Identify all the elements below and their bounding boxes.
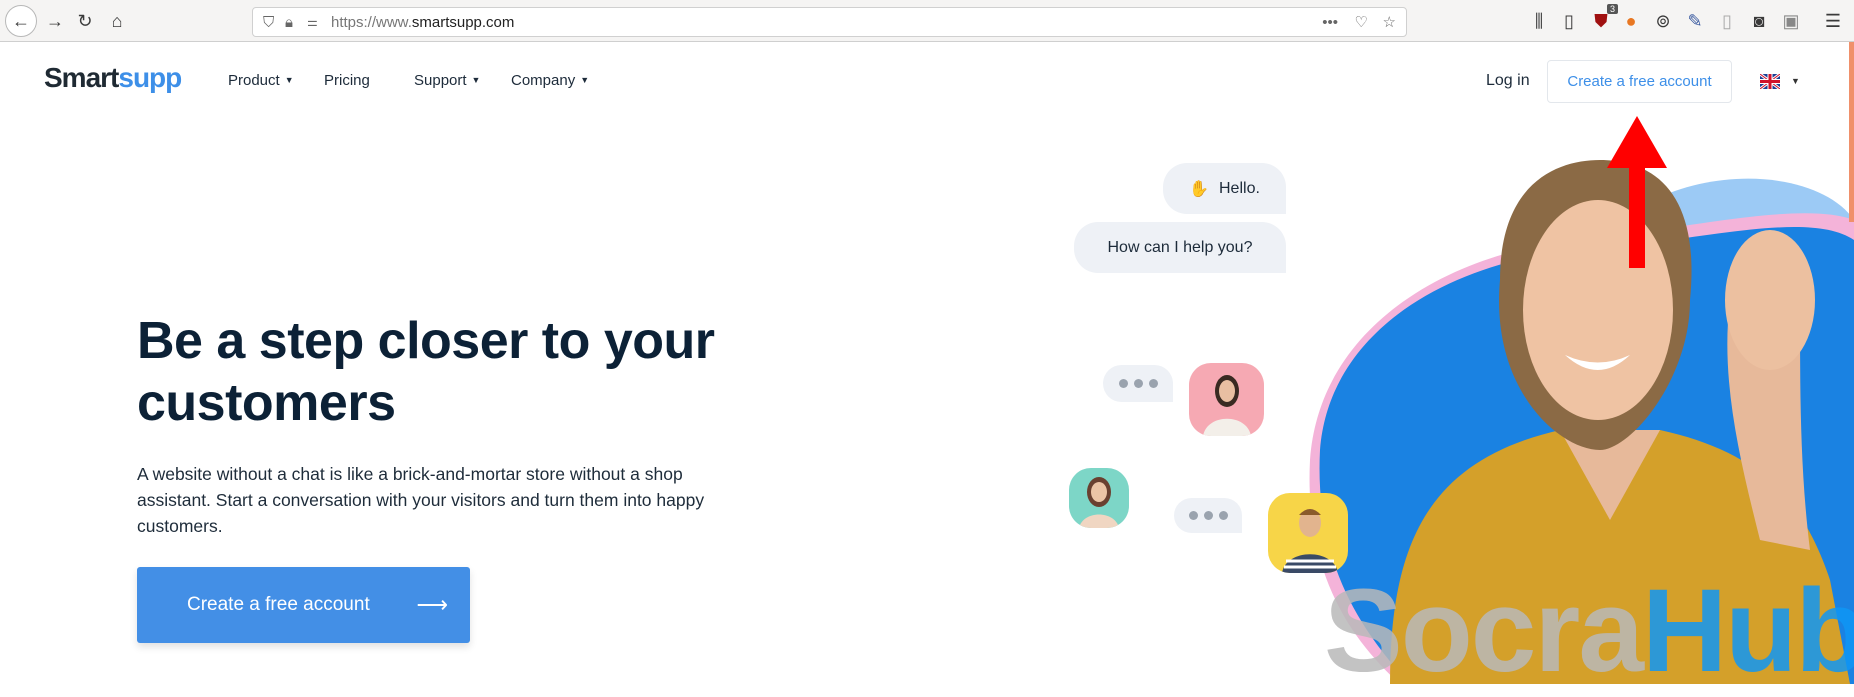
back-button[interactable]: ← xyxy=(5,5,37,37)
extension-eyes-icon[interactable]: ◙ xyxy=(1746,8,1772,34)
nav-product[interactable]: Product ▼ xyxy=(228,72,294,89)
nav-pricing[interactable]: Pricing xyxy=(324,72,370,89)
caret-down-icon: ▼ xyxy=(284,75,294,85)
reload-button[interactable]: ↻ xyxy=(72,8,98,34)
responsive-icon[interactable]: ▯ xyxy=(1714,8,1740,34)
pocket-icon[interactable]: ♡ xyxy=(1355,13,1368,31)
nav-support[interactable]: Support ▼ xyxy=(414,72,480,89)
eyedropper-icon[interactable]: ✎ xyxy=(1682,8,1708,34)
avatar-man-yellow xyxy=(1268,493,1348,573)
login-link[interactable]: Log in xyxy=(1486,72,1530,90)
hero-title: Be a step closer to your customers xyxy=(137,312,715,432)
logo-text: Smart xyxy=(44,62,119,93)
caret-down-icon: ▼ xyxy=(471,75,481,85)
arrow-right-icon: ⟶ xyxy=(416,592,448,617)
chat-bubble-hello: ✋ Hello. xyxy=(1163,163,1286,214)
shield-icon: ⛉ xyxy=(263,13,275,31)
avatar-woman-pink xyxy=(1189,363,1264,436)
chat-bubble-help: How can I help you? xyxy=(1074,222,1286,273)
logo-accent-text: supp xyxy=(118,62,182,93)
nav-company[interactable]: Company ▼ xyxy=(511,72,589,89)
create-account-button[interactable]: Create a free account ⟶ xyxy=(137,567,470,643)
caret-down-icon: ▼ xyxy=(580,75,590,85)
library-icon[interactable]: ⫼ xyxy=(1526,8,1552,34)
more-actions-icon[interactable]: ••• xyxy=(1322,14,1338,31)
sidebar-icon[interactable]: ▯ xyxy=(1556,8,1582,34)
screenshot-icon[interactable]: ▣ xyxy=(1778,8,1804,34)
menu-icon[interactable]: ☰ xyxy=(1820,8,1846,34)
uk-flag-icon[interactable] xyxy=(1760,74,1780,89)
browser-toolbar: ← → ↻ ⌂ ⛉ 🔒︎ ⚌ https://www.smartsupp.com… xyxy=(0,0,1854,42)
ublock-icon[interactable]: ⛊ 3 xyxy=(1588,4,1618,34)
extension-link-icon[interactable]: ⊚ xyxy=(1650,8,1676,34)
hero-description: A website without a chat is like a brick… xyxy=(137,464,705,536)
avatar-woman-teal xyxy=(1069,468,1129,528)
smartsupp-logo[interactable]: Smartsupp xyxy=(44,62,182,94)
waving-hand-icon: ✋ xyxy=(1189,180,1209,198)
socrahub-watermark: SocraHub xyxy=(1324,565,1854,697)
typing-indicator xyxy=(1103,365,1173,402)
home-button[interactable]: ⌂ xyxy=(104,8,130,34)
permissions-icon: ⚌ xyxy=(307,15,318,29)
annotation-arrow-icon xyxy=(1607,116,1667,268)
ublock-badge: 3 xyxy=(1606,4,1618,14)
language-caret-icon[interactable]: ▼ xyxy=(1791,76,1800,86)
forward-button[interactable]: → xyxy=(42,8,68,34)
scrollbar[interactable] xyxy=(1849,42,1854,222)
address-bar[interactable]: ⛉ 🔒︎ ⚌ https://www.smartsupp.com ••• ♡ ☆ xyxy=(252,7,1407,37)
lock-icon: 🔒︎ xyxy=(285,13,293,31)
url-domain: smartsupp.com xyxy=(411,13,515,31)
extension-icon[interactable]: ● xyxy=(1618,8,1644,34)
typing-indicator xyxy=(1174,498,1242,533)
cta-label: Create a free account xyxy=(187,594,370,615)
create-account-button-header[interactable]: Create a free account xyxy=(1547,60,1732,103)
bookmark-star-icon[interactable]: ☆ xyxy=(1383,13,1396,31)
url-prefix: https://www. xyxy=(331,13,412,31)
